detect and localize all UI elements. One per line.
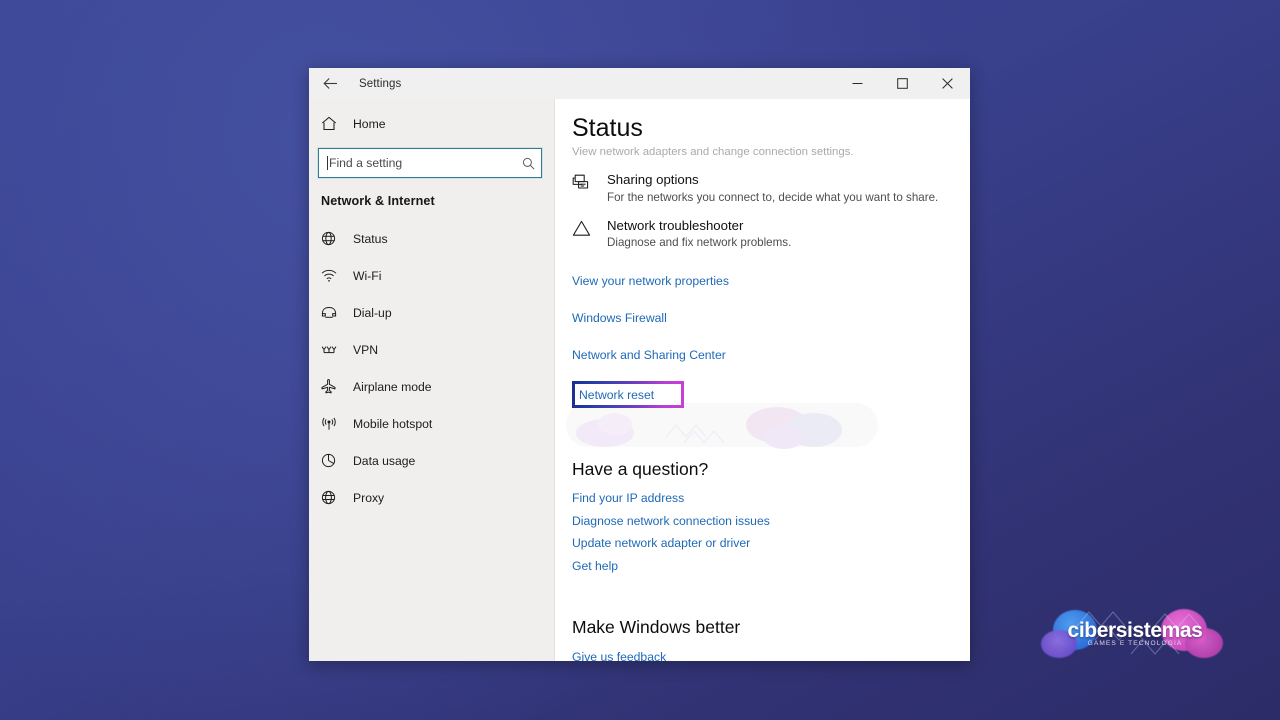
link-find-your-ip-address[interactable]: Find your IP address — [572, 491, 970, 505]
sidebar-item-label: Status — [353, 231, 388, 246]
sidebar-item-mobile-hotspot[interactable]: Mobile hotspot — [309, 405, 554, 442]
highlight-box: Network reset — [572, 381, 684, 409]
feature-sharing-options[interactable]: Sharing options For the networks you con… — [572, 172, 970, 205]
link-give-us-feedback[interactable]: Give us feedback — [572, 650, 666, 661]
sidebar-item-label: Dial-up — [353, 305, 392, 320]
feature-description: For the networks you connect to, decide … — [607, 190, 939, 204]
feature-description: Diagnose and fix network problems. — [607, 236, 792, 250]
link-view-your-network-properties[interactable]: View your network properties — [572, 274, 729, 288]
sidebar-item-status[interactable]: Status — [309, 220, 554, 257]
sidebar-item-label: Mobile hotspot — [353, 416, 433, 431]
hotspot-icon — [321, 417, 347, 431]
search-input[interactable] — [328, 149, 515, 177]
globe-status-icon — [321, 231, 347, 246]
feature-title: Network troubleshooter — [607, 217, 744, 233]
link-row-network-properties: View your network properties — [572, 272, 970, 290]
back-arrow-icon[interactable] — [309, 68, 351, 99]
airplane-icon — [321, 379, 347, 394]
sidebar-category-title: Network & Internet — [321, 194, 435, 208]
window-body: Home Network & Internet — [309, 99, 970, 661]
sidebar-item-label: Proxy — [353, 490, 385, 505]
link-row-network-sharing-center: Network and Sharing Center — [572, 346, 970, 364]
ghost-blob — [786, 413, 842, 447]
sidebar-item-label-home: Home — [353, 116, 386, 131]
sharing-options-icon — [572, 172, 606, 205]
link-update-network-adapter-or-driver[interactable]: Update network adapter or driver — [572, 536, 970, 550]
vpn-icon — [321, 343, 347, 356]
highlight-box-inner: Network reset — [575, 384, 681, 406]
brand-name: cibersistemas — [1067, 619, 1203, 642]
proxy-globe-icon — [321, 490, 347, 505]
brand-tagline: GAMES E TECNOLOGIA — [1087, 640, 1183, 647]
sidebar-item-data-usage[interactable]: Data usage — [309, 442, 554, 479]
sidebar-item-label: Airplane mode — [353, 379, 432, 394]
link-network-and-sharing-center[interactable]: Network and Sharing Center — [572, 348, 726, 362]
brand-watermark: cibersistemas GAMES E TECNOLOGIA — [1035, 608, 1235, 660]
data-usage-pie-icon — [321, 453, 347, 468]
network-reset-highlight: Network reset — [572, 381, 684, 409]
ghost-blob — [764, 425, 804, 449]
feature-title: Sharing options — [607, 172, 699, 187]
page-title: Status — [572, 116, 970, 144]
clipped-scroll-text: View network adapters and change connect… — [572, 146, 854, 158]
link-diagnose-network-connection-issues[interactable]: Diagnose network connection issues — [572, 514, 970, 528]
sidebar-nav-list: Status Wi-Fi Dial-up VPN Airplane mode M… — [309, 220, 554, 516]
feedback-links: Give us feedback — [572, 648, 970, 661]
search-icon[interactable] — [515, 157, 541, 170]
sidebar-item-home[interactable]: Home — [309, 105, 554, 142]
sidebar: Home Network & Internet — [309, 99, 555, 661]
settings-window: Settings Home Find a setting Network & I… — [309, 68, 970, 661]
feature-network-troubleshooter[interactable]: Network troubleshooter Diagnose and fix … — [572, 218, 970, 251]
feature-text: Sharing options For the networks you con… — [606, 172, 938, 205]
link-network-reset[interactable]: Network reset — [579, 388, 654, 402]
link-row-windows-firewall: Windows Firewall — [572, 309, 970, 327]
feature-text: Network troubleshooter Diagnose and fix … — [606, 218, 791, 251]
window-title: Settings — [359, 77, 402, 90]
sidebar-item-vpn[interactable]: VPN — [309, 331, 554, 368]
ghost-plate — [566, 403, 878, 447]
minimize-icon[interactable] — [835, 68, 880, 99]
search-box[interactable] — [318, 148, 542, 178]
ghost-blob — [576, 419, 634, 447]
warning-triangle-icon — [572, 218, 606, 251]
ghost-blob — [598, 413, 632, 435]
ghost-blob — [746, 407, 808, 443]
link-get-help[interactable]: Get help — [572, 559, 970, 573]
window-titlebar: Settings — [309, 68, 970, 99]
sidebar-item-airplane-mode[interactable]: Airplane mode — [309, 368, 554, 405]
maximize-icon[interactable] — [880, 68, 925, 99]
section-heading-have-a-question: Have a question? — [572, 459, 709, 480]
sidebar-item-wi-fi[interactable]: Wi-Fi — [309, 257, 554, 294]
close-icon[interactable] — [925, 68, 970, 99]
section-heading-make-windows-better: Make Windows better — [572, 616, 741, 637]
link-windows-firewall[interactable]: Windows Firewall — [572, 311, 667, 325]
sidebar-item-label: Wi-Fi — [353, 268, 382, 283]
question-links: Find your IP address Diagnose network co… — [572, 491, 970, 573]
content-pane: Status View network adapters and change … — [555, 99, 970, 661]
ghost-zigzag-icon — [666, 424, 725, 444]
sidebar-item-label: Data usage — [353, 453, 416, 468]
home-icon — [321, 116, 347, 131]
sidebar-item-proxy[interactable]: Proxy — [309, 479, 554, 516]
sidebar-item-label: VPN — [353, 342, 379, 357]
wifi-icon — [321, 269, 347, 282]
sidebar-item-dial-up[interactable]: Dial-up — [309, 294, 554, 331]
desktop-background: Settings Home Find a setting Network & I… — [0, 0, 1280, 720]
dialup-phone-icon — [321, 306, 347, 319]
